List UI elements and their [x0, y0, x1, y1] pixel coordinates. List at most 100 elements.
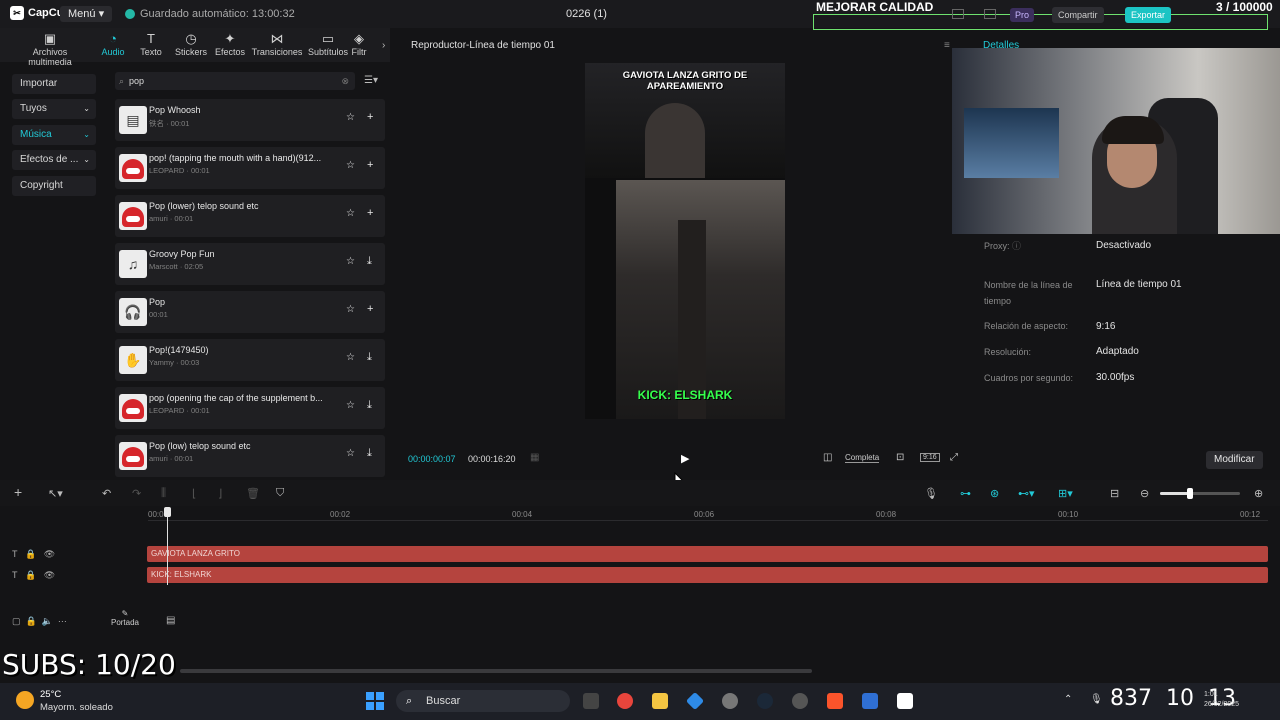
download-icon[interactable]: ⤓ [367, 399, 372, 412]
audio-item[interactable]: ▤ Pop Whoosh 铁名 · 00:01 ☆ + [115, 99, 385, 141]
redo-icon[interactable]: ↷ [132, 487, 141, 500]
capcut-taskbar-icon[interactable] [897, 693, 913, 709]
text-clip-1[interactable]: GAVIOTA LANZA GRITO [147, 546, 1268, 562]
favorite-star-icon[interactable]: ☆ [346, 112, 355, 123]
fit-timeline-icon[interactable]: ⊟ [1110, 487, 1119, 500]
chrome-icon[interactable] [617, 693, 633, 709]
focus-icon[interactable]: ⊡ [896, 452, 904, 463]
audio-item[interactable]: ♫ Groovy Pop Fun Marscott · 02:05 ☆ ⤓ [115, 243, 385, 285]
download-icon[interactable]: ⤓ [367, 447, 372, 460]
favorite-star-icon[interactable]: ☆ [346, 208, 355, 219]
settings-icon[interactable] [722, 693, 738, 709]
split-icon[interactable]: ⫼ [161, 487, 166, 500]
main-track-controls[interactable]: ▢ 🔒 🔈 ⋯ [12, 616, 67, 627]
pro-button[interactable]: Pro [1010, 8, 1035, 22]
share-button[interactable]: Compartir [1052, 7, 1104, 23]
favorite-star-icon[interactable]: ☆ [346, 400, 355, 411]
add-icon[interactable]: + [367, 207, 373, 219]
search-input[interactable]: ⌕ pop ⊗ [115, 72, 355, 90]
audio-meta: Marscott · 02:05 [149, 262, 204, 271]
audio-item[interactable]: pop! (tapping the mouth with a hand)(912… [115, 147, 385, 189]
quality-completa[interactable]: Completa [845, 453, 880, 463]
cover-button[interactable]: ✎ Portada [110, 609, 140, 627]
preview-axis-icon[interactable]: ⊞▾ [1058, 487, 1073, 500]
export-button[interactable]: Exportar [1125, 7, 1172, 23]
tool-filters[interactable]: ◈ Filtr [344, 32, 374, 57]
timeline-grid-icon[interactable]: ▦ [530, 452, 539, 463]
nav-copyright[interactable]: Copyright [12, 176, 96, 196]
nav-sound-effects[interactable]: Efectos de ... ⌄ [12, 150, 96, 170]
nav-music[interactable]: Música ⌄ [12, 125, 96, 145]
snapshot-icon[interactable]: ◫ [823, 452, 832, 463]
link-clips-icon[interactable]: ⊶ [960, 487, 971, 500]
favorite-star-icon[interactable]: ☆ [346, 160, 355, 171]
favorite-star-icon[interactable]: ☆ [346, 256, 355, 267]
tray-expand-icon[interactable]: ⌃ [1064, 694, 1072, 705]
file-explorer-icon[interactable] [652, 693, 668, 709]
timeline-scrollbar[interactable] [180, 669, 812, 673]
add-track-icon[interactable]: + [14, 484, 22, 500]
clear-icon[interactable]: ⊗ [341, 72, 349, 90]
playhead-handle[interactable] [164, 507, 171, 517]
zoom-in-icon[interactable]: ⊕ [1254, 487, 1263, 500]
audio-item[interactable]: 🎧 Pop 00:01 ☆ + [115, 291, 385, 333]
nav-import[interactable]: Importar [12, 74, 96, 94]
system-clock[interactable]: 1:01 26/02/2025 [1204, 690, 1239, 710]
task-view-icon[interactable] [583, 693, 599, 709]
menu-button[interactable]: Menú ▾ [60, 6, 113, 22]
audio-item[interactable]: Pop (lower) telop sound etc amuri · 00:01… [115, 195, 385, 237]
app-photo-icon[interactable] [862, 693, 878, 709]
snap-icon[interactable]: ⊷▾ [1018, 487, 1035, 500]
text-clip-2[interactable]: KICK: ELSHARK [147, 567, 1268, 583]
favorite-star-icon[interactable]: ☆ [346, 448, 355, 459]
track1-controls[interactable]: T 🔒 👁 [12, 549, 55, 560]
audio-item[interactable]: ✋ Pop!(1479450) Yammy · 00:03 ☆ ⤓ [115, 339, 385, 381]
ratio-button[interactable]: 9:16 [920, 453, 940, 462]
audio-title: Groovy Pop Fun [149, 249, 215, 259]
track2-controls[interactable]: T 🔒 👁 [12, 570, 55, 581]
trim-left-icon[interactable]: ⌊ [192, 487, 196, 500]
audio-item[interactable]: Pop (low) telop sound etc amuri · 00:01 ☆ ⤓ [115, 435, 385, 477]
magnet-icon[interactable]: ⊛ [990, 487, 999, 500]
audio-thumbnail: ♫ [119, 250, 147, 278]
download-icon[interactable]: ⤓ [367, 351, 372, 364]
modify-button[interactable]: Modificar [1206, 451, 1263, 469]
play-button[interactable]: ▶ [681, 452, 689, 465]
tool-label: Archivos multimedia [28, 47, 72, 67]
cloud-check-icon [125, 9, 135, 19]
add-icon[interactable]: + [367, 303, 373, 315]
layout-icon[interactable] [952, 9, 964, 19]
webcam-hair [1102, 116, 1164, 144]
favorite-star-icon[interactable]: ☆ [346, 304, 355, 315]
player-menu-icon[interactable]: ≡ [944, 40, 950, 51]
marker-icon[interactable]: ⛉ [276, 487, 284, 500]
microphone-icon[interactable]: 🎙 [924, 487, 938, 500]
select-tool-icon[interactable]: ↖▾ [48, 487, 63, 500]
brave-icon[interactable] [827, 693, 843, 709]
windows-start-icon[interactable] [366, 692, 384, 710]
add-icon[interactable]: + [367, 111, 373, 123]
search-icon: ⌕ [406, 695, 413, 707]
zoom-out-icon[interactable]: ⊖ [1140, 487, 1149, 500]
app-clock-icon[interactable] [792, 693, 808, 709]
taskbar-search[interactable]: ⌕ Buscar [396, 690, 570, 712]
tool-media[interactable]: ▣ Archivos multimedia [20, 32, 80, 68]
nav-yours[interactable]: Tuyos ⌄ [12, 99, 96, 119]
favorite-star-icon[interactable]: ☆ [346, 352, 355, 363]
zoom-slider-handle[interactable] [1187, 488, 1193, 499]
filter-sort-icon[interactable]: ☰▾ [364, 75, 378, 86]
steam-icon[interactable] [757, 693, 773, 709]
audio-item[interactable]: pop (opening the cap of the supplement b… [115, 387, 385, 429]
add-icon[interactable]: + [367, 159, 373, 171]
video-preview[interactable]: GAVIOTA LANZA GRITO DE APAREAMIENTO KICK… [585, 63, 785, 419]
chevron-down-icon: ⌄ [83, 104, 90, 113]
tray-mic-icon[interactable]: 🎙 [1090, 694, 1103, 705]
trim-right-icon[interactable]: ⌋ [218, 487, 222, 500]
shortcuts-icon[interactable] [984, 9, 996, 19]
fullscreen-icon[interactable]: ⤢ [950, 452, 958, 463]
delete-icon[interactable]: 🗑 [246, 487, 260, 500]
download-icon[interactable]: ⤓ [367, 255, 372, 268]
undo-icon[interactable]: ↶ [102, 487, 111, 500]
toolbar-next-icon[interactable]: › [382, 40, 385, 51]
audio-thumbnail [119, 442, 147, 470]
